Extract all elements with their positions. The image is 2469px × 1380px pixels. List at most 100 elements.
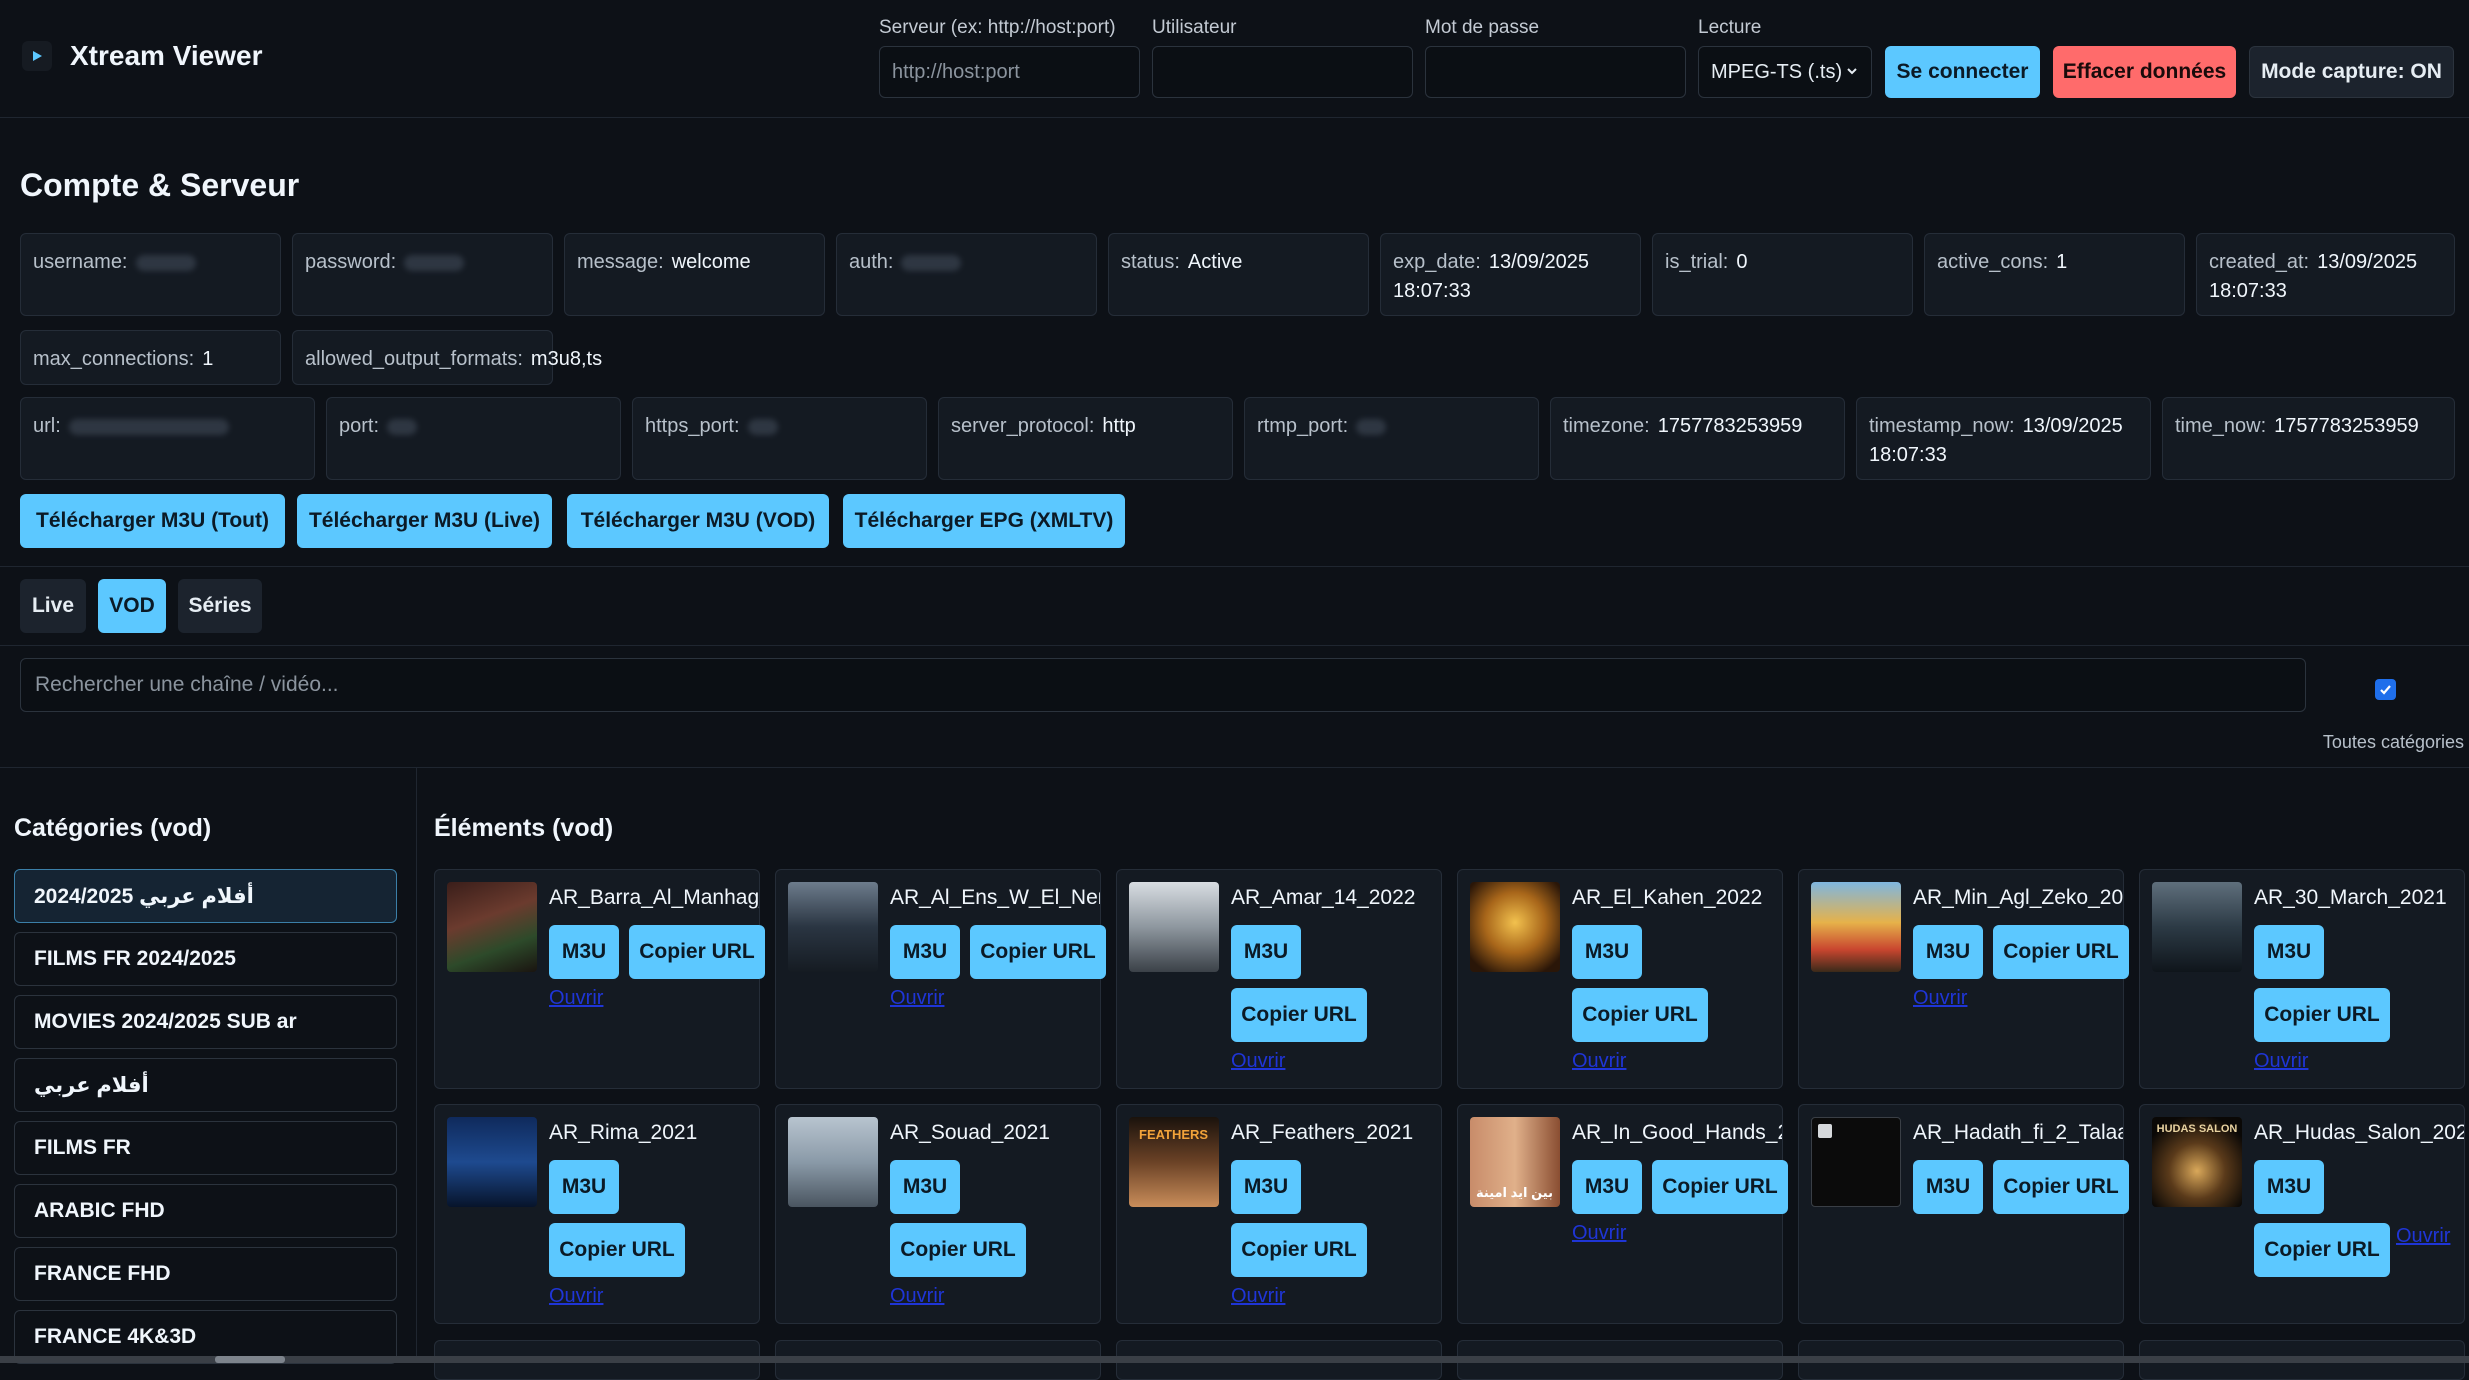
open-link[interactable]: Ouvrir	[1231, 1285, 1285, 1308]
category-item[interactable]: أفلام عربي	[14, 1058, 397, 1112]
info-exp-date: exp_date: 13/09/2025 18:07:33	[1380, 233, 1641, 316]
copy-url-button[interactable]: Copier URL	[1993, 1160, 2129, 1214]
tab-series[interactable]: Séries	[178, 579, 262, 633]
open-link[interactable]: Ouvrir	[1231, 1050, 1285, 1073]
copy-url-button[interactable]: Copier URL	[1572, 988, 1708, 1042]
vod-item: AR_Hadath_fi_2_Talaat_Haram_2022 M3U Cop…	[1798, 1104, 2129, 1324]
info-status: status: Active	[1108, 233, 1369, 316]
vod-item: AR_Al_Ens_W_El_Nems_2021 M3U Copier URL …	[775, 869, 1106, 1089]
search-input[interactable]	[20, 658, 2306, 712]
horizontal-scrollbar[interactable]	[0, 1356, 2469, 1363]
copy-url-button[interactable]: Copier URL	[2254, 1223, 2390, 1277]
info-port: port:	[326, 397, 621, 480]
copy-url-button[interactable]: Copier URL	[890, 1223, 1026, 1277]
copy-url-button[interactable]: Copier URL	[1231, 988, 1367, 1042]
open-link[interactable]: Ouvrir	[549, 1285, 603, 1308]
m3u-button[interactable]: M3U	[1572, 1160, 1642, 1214]
sidebar-separator	[416, 768, 417, 1363]
vod-title: AR_30_March_2021	[2254, 886, 2447, 909]
vod-title: AR_Feathers_2021	[1231, 1121, 1414, 1144]
m3u-button[interactable]: M3U	[2254, 1160, 2324, 1214]
read-select[interactable]: MPEG-TS (.ts)	[1698, 46, 1872, 98]
poster-text: HUDAS SALON	[2156, 1123, 2238, 1135]
password-input[interactable]	[1425, 46, 1686, 98]
check-icon	[2380, 685, 2391, 695]
all-categories-label: Toutes catégories	[2322, 732, 2464, 752]
poster-thumbnail	[1811, 1117, 1901, 1207]
category-item[interactable]: أفلام عربي 2024/2025	[14, 869, 397, 923]
vod-title: AR_Rima_2021	[549, 1121, 698, 1144]
m3u-button[interactable]: M3U	[1231, 925, 1301, 979]
vod-item: FEATHERS AR_Feathers_2021 M3U Copier URL…	[1116, 1104, 1442, 1324]
vod-title: AR_Hudas_Salon_2021	[2254, 1121, 2464, 1144]
info-time-now: time_now: 1757783253959	[2162, 397, 2455, 480]
poster-thumbnail	[447, 1117, 537, 1207]
open-link[interactable]: Ouvrir	[1572, 1222, 1626, 1245]
copy-url-button[interactable]: Copier URL	[629, 925, 765, 979]
info-max-connections: max_connections: 1	[20, 330, 281, 385]
m3u-button[interactable]: M3U	[1572, 925, 1642, 979]
divider	[0, 566, 2469, 567]
info-rtmp-port: rtmp_port:	[1244, 397, 1539, 480]
scrollbar-thumb[interactable]	[215, 1356, 285, 1363]
info-created-at: created_at: 13/09/2025 18:07:33	[2196, 233, 2455, 316]
server-input[interactable]	[879, 46, 1140, 98]
copy-url-button[interactable]: Copier URL	[1652, 1160, 1788, 1214]
download-m3u-all-button[interactable]: Télécharger M3U (Tout)	[20, 494, 285, 548]
vod-title: AR_Souad_2021	[890, 1121, 1050, 1144]
category-item[interactable]: FILMS FR 2024/2025	[14, 932, 397, 986]
open-link[interactable]: Ouvrir	[549, 987, 603, 1010]
broken-image-icon	[1818, 1124, 1832, 1138]
info-https-port: https_port:	[632, 397, 927, 480]
download-epg-button[interactable]: Télécharger EPG (XMLTV)	[843, 494, 1125, 548]
poster-thumbnail	[447, 882, 537, 972]
category-item[interactable]: MOVIES 2024/2025 SUB ar	[14, 995, 397, 1049]
info-server-protocol: server_protocol: http	[938, 397, 1233, 480]
read-select-value: MPEG-TS (.ts)	[1711, 60, 1843, 83]
poster-thumbnail: FEATHERS	[1129, 1117, 1219, 1207]
tab-live[interactable]: Live	[20, 579, 86, 633]
download-m3u-vod-button[interactable]: Télécharger M3U (VOD)	[567, 494, 829, 548]
vod-title: AR_El_Kahen_2022	[1572, 886, 1763, 909]
m3u-button[interactable]: M3U	[1913, 925, 1983, 979]
download-m3u-live-button[interactable]: Télécharger M3U (Live)	[297, 494, 552, 548]
connect-button[interactable]: Se connecter	[1885, 46, 2040, 98]
open-link[interactable]: Ouvrir	[2254, 1050, 2308, 1073]
copy-url-button[interactable]: Copier URL	[1993, 925, 2129, 979]
brand: Xtream Viewer	[22, 40, 263, 72]
m3u-button[interactable]: M3U	[1913, 1160, 1983, 1214]
tab-vod[interactable]: VOD	[98, 579, 166, 633]
category-item[interactable]: FRANCE FHD	[14, 1247, 397, 1301]
clear-data-button[interactable]: Effacer données	[2053, 46, 2236, 98]
vod-item: AR_Souad_2021 M3U Copier URL Ouvrir	[775, 1104, 1101, 1324]
info-url: url:	[20, 397, 315, 480]
m3u-button[interactable]: M3U	[1231, 1160, 1301, 1214]
vod-title: AR_Hadath_fi_2_Talaat_Haram_2022	[1913, 1121, 2123, 1144]
open-link[interactable]: Ouvrir	[1913, 987, 1967, 1010]
m3u-button[interactable]: M3U	[2254, 925, 2324, 979]
copy-url-button[interactable]: Copier URL	[549, 1223, 685, 1277]
open-link[interactable]: Ouvrir	[890, 987, 944, 1010]
m3u-button[interactable]: M3U	[890, 1160, 960, 1214]
open-link[interactable]: Ouvrir	[1572, 1050, 1626, 1073]
user-input[interactable]	[1152, 46, 1413, 98]
m3u-button[interactable]: M3U	[549, 1160, 619, 1214]
poster-thumbnail	[2152, 882, 2242, 972]
copy-url-button[interactable]: Copier URL	[970, 925, 1106, 979]
vod-item: AR_Amar_14_2022 M3U Copier URL Ouvrir	[1116, 869, 1442, 1089]
capture-mode-button[interactable]: Mode capture: ON	[2249, 46, 2454, 98]
m3u-button[interactable]: M3U	[549, 925, 619, 979]
vod-item: HUDAS SALON AR_Hudas_Salon_2021 M3U Copi…	[2139, 1104, 2465, 1324]
category-item[interactable]: ARABIC FHD	[14, 1184, 397, 1238]
copy-url-button[interactable]: Copier URL	[2254, 988, 2390, 1042]
poster-text: FEATHERS	[1139, 1127, 1209, 1142]
open-link[interactable]: Ouvrir	[2396, 1225, 2450, 1248]
all-categories-checkbox[interactable]	[2375, 679, 2396, 700]
copy-url-button[interactable]: Copier URL	[1231, 1223, 1367, 1277]
category-item[interactable]: FILMS FR	[14, 1121, 397, 1175]
info-allowed-formats: allowed_output_formats: m3u8,ts	[292, 330, 602, 385]
categories-title: Catégories (vod)	[14, 814, 212, 842]
open-link[interactable]: Ouvrir	[890, 1285, 944, 1308]
m3u-button[interactable]: M3U	[890, 925, 960, 979]
divider	[0, 767, 2469, 768]
